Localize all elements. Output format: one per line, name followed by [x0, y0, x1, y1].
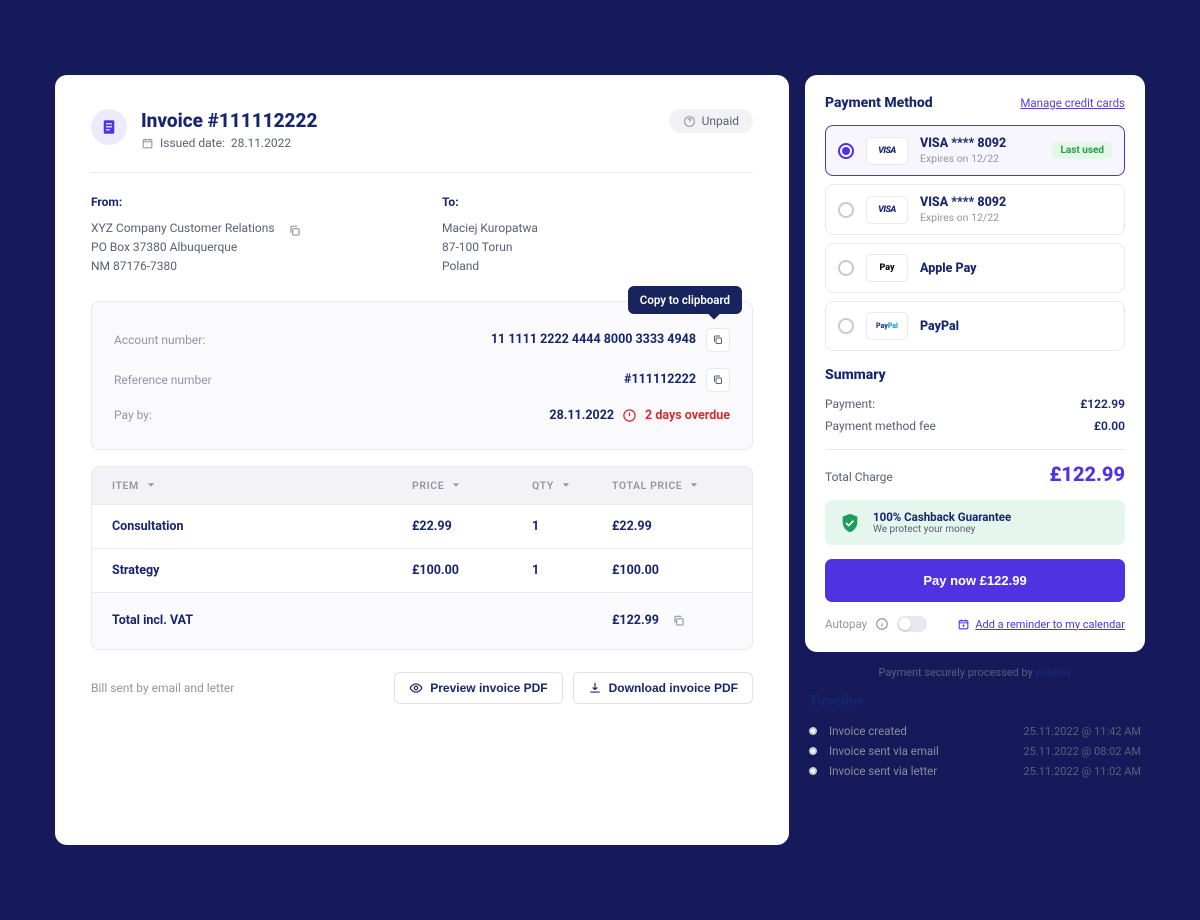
pay-now-button[interactable]: Pay now £122.99 — [825, 559, 1125, 602]
reference-label: Reference number — [114, 373, 212, 387]
copy-from-icon[interactable] — [283, 219, 307, 243]
radio — [838, 260, 854, 276]
total-charge-label: Total Charge — [825, 470, 893, 484]
summary-title: Summary — [825, 367, 1125, 383]
payby-label: Pay by: — [114, 408, 152, 422]
app-root: Invoice #111112222 Issued date: 28.11.20… — [55, 75, 1145, 845]
to-address: To: Maciej Kuropatwa 87-100 Torun Poland — [442, 195, 753, 277]
alert-icon — [622, 408, 637, 423]
table-row: Strategy £100.00 1 £100.00 — [92, 548, 752, 592]
issued-label: Issued date: — [160, 136, 225, 150]
payment-option-paypal[interactable]: PayPal PayPal — [825, 301, 1125, 351]
add-reminder-link[interactable]: Add a reminder to my calendar — [957, 618, 1125, 631]
last-used-badge: Last used — [1052, 142, 1112, 159]
copy-total-icon[interactable] — [667, 609, 691, 633]
copy-reference-button[interactable] — [706, 368, 730, 392]
paypal-logo-icon: PayPal — [866, 312, 908, 340]
sort-caret-icon — [147, 479, 155, 492]
copy-account-button[interactable] — [706, 328, 730, 352]
payment-option-visa-1[interactable]: VISA VISA **** 8092 Expires on 12/22 Las… — [825, 125, 1125, 176]
download-icon — [588, 681, 602, 695]
calendar-add-icon — [957, 618, 970, 631]
preview-pdf-button[interactable]: Preview invoice PDF — [394, 672, 562, 704]
invoice-title: Invoice #111112222 — [141, 109, 317, 132]
payby-date: 28.11.2022 — [549, 408, 614, 423]
invoice-header: Invoice #111112222 Issued date: 28.11.20… — [91, 109, 753, 173]
timeline-title: Timeline — [805, 693, 1145, 709]
payment-panel: Payment Method Manage credit cards VISA … — [805, 75, 1145, 652]
issued-date: 28.11.2022 — [231, 136, 291, 150]
visa-logo-icon: VISA — [866, 196, 908, 224]
invoice-panel: Invoice #111112222 Issued date: 28.11.20… — [55, 75, 789, 845]
timeline-item: Invoice created 25.11.2022 @ 11:42 AM — [809, 721, 1141, 741]
table-row: Consultation £22.99 1 £22.99 — [92, 504, 752, 548]
copy-tooltip: Copy to clipboard — [628, 286, 742, 314]
payment-option-applepay[interactable]: Pay Apple Pay — [825, 243, 1125, 293]
visa-logo-icon: VISA — [866, 137, 908, 165]
total-charge-value: £122.99 — [1049, 462, 1125, 486]
overdue-text: 2 days overdue — [645, 408, 730, 423]
autopay-label: Autopay — [825, 617, 867, 631]
invoice-icon — [91, 109, 127, 145]
account-label: Account number: — [114, 333, 205, 347]
calendar-icon — [141, 137, 154, 150]
summary-fee-row: Payment method fee£0.00 — [825, 415, 1125, 437]
col-header-qty[interactable]: QTY — [532, 479, 612, 492]
table-total-row: Total incl. VAT £122.99 — [92, 592, 752, 649]
download-pdf-button[interactable]: Download invoice PDF — [573, 672, 753, 704]
payment-method-title: Payment Method — [825, 95, 933, 111]
radio — [838, 202, 854, 218]
timeline-dot-icon — [809, 747, 817, 755]
shield-check-icon — [839, 512, 861, 534]
timeline-dot-icon — [809, 727, 817, 735]
autopay-toggle[interactable] — [897, 616, 927, 632]
timeline-item: Invoice sent via letter 25.11.2022 @ 11:… — [809, 761, 1141, 781]
timeline-item: Invoice sent via email 25.11.2022 @ 08:0… — [809, 741, 1141, 761]
info-icon[interactable] — [875, 617, 889, 631]
radio — [838, 318, 854, 334]
eye-icon — [409, 681, 423, 695]
secure-note: Payment securely processed by payPay — [805, 666, 1145, 679]
guarantee-banner: 100% Cashback Guarantee We protect your … — [825, 500, 1125, 545]
sort-caret-icon — [452, 479, 460, 492]
from-address: From: XYZ Company Customer Relations PO … — [91, 195, 402, 277]
summary-payment-row: Payment:£122.99 — [825, 393, 1125, 415]
col-header-price[interactable]: PRICE — [412, 479, 532, 492]
reference-value: #111112222 — [624, 372, 696, 387]
help-icon — [683, 115, 696, 128]
items-table: ITEM PRICE QTY TOTAL PRICE Consultation … — [91, 466, 753, 650]
status-badge: Unpaid — [669, 109, 753, 133]
col-header-item[interactable]: ITEM — [112, 479, 412, 492]
applepay-logo-icon: Pay — [866, 254, 908, 282]
timeline-dot-icon — [809, 767, 817, 775]
radio-selected — [838, 143, 854, 159]
sort-caret-icon — [690, 479, 698, 492]
sort-caret-icon — [562, 479, 570, 492]
manage-cards-link[interactable]: Manage credit cards — [1020, 96, 1125, 110]
payment-info-box: Copy to clipboard Account number: 11 111… — [91, 301, 753, 450]
bill-sent-note: Bill sent by email and letter — [91, 681, 234, 695]
timeline-block: Timeline Invoice created 25.11.2022 @ 11… — [805, 693, 1145, 781]
payment-option-visa-2[interactable]: VISA VISA **** 8092 Expires on 12/22 — [825, 184, 1125, 235]
account-value: 11 1111 2222 4444 8000 3333 4948 — [491, 332, 696, 347]
col-header-total[interactable]: TOTAL PRICE — [612, 479, 732, 492]
